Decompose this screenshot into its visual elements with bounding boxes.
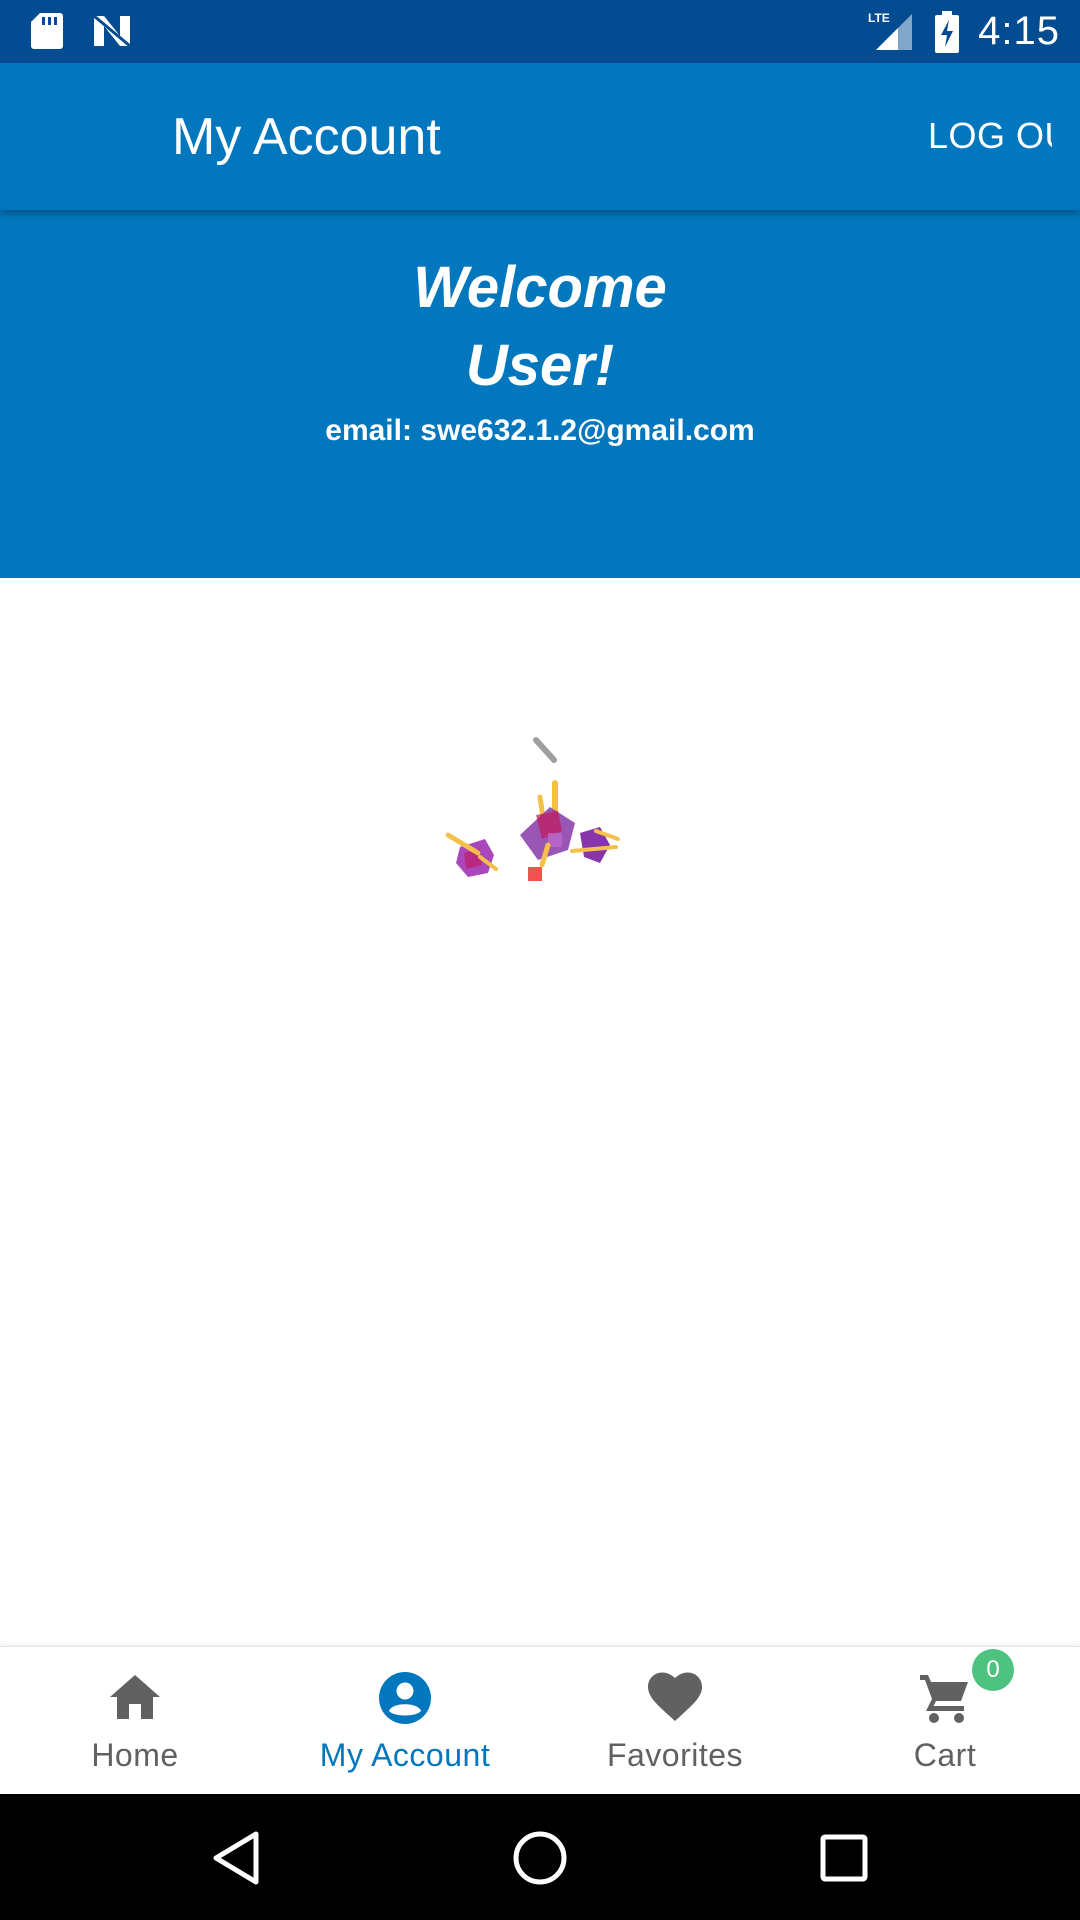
nav-item-favorites[interactable]: Favorites xyxy=(540,1647,810,1795)
nav-label-cart: Cart xyxy=(913,1737,977,1773)
status-bar: LTE 4:15 xyxy=(0,0,1080,63)
page-title: My Account xyxy=(172,108,441,166)
lte-signal-icon: LTE xyxy=(868,11,913,50)
nav-label-favorites: Favorites xyxy=(606,1737,744,1773)
clock: 4:15 xyxy=(978,9,1060,53)
back-icon[interactable] xyxy=(206,1826,270,1890)
nav-item-home[interactable]: Home xyxy=(0,1647,270,1795)
user-email: email: swe632.1.2@gmail.com xyxy=(325,414,755,447)
welcome-username: User! xyxy=(465,333,615,398)
logout-button[interactable]: LOG OUT xyxy=(928,115,1052,157)
sd-card-icon xyxy=(31,13,63,49)
cart-count-badge: 0 xyxy=(972,1649,1014,1691)
confetti-loading-icon xyxy=(445,737,620,881)
account-circle-icon xyxy=(379,1672,431,1724)
battery-charging-icon xyxy=(935,10,960,53)
nav-label-home: Home xyxy=(91,1737,179,1773)
bottom-navigation: Home My Account Favorites 0 Cart xyxy=(0,1646,1080,1795)
heart-icon xyxy=(648,1672,702,1721)
network-type-label: LTE xyxy=(868,11,890,25)
app-bar: My Account LOG OUT xyxy=(0,63,1080,210)
home-icon xyxy=(110,1675,160,1719)
welcome-panel: Welcome User! email: swe632.1.2@gmail.co… xyxy=(0,210,1080,578)
cart-icon xyxy=(920,1675,968,1723)
notification-n-icon xyxy=(93,14,131,48)
nav-label-my-account: My Account xyxy=(319,1737,491,1773)
recents-icon[interactable] xyxy=(812,1826,876,1890)
system-navigation-bar xyxy=(0,1794,1080,1920)
nav-item-my-account[interactable]: My Account xyxy=(270,1647,540,1795)
home-circle-icon[interactable] xyxy=(508,1826,572,1890)
nav-item-cart[interactable]: 0 Cart xyxy=(810,1647,1080,1795)
welcome-heading: Welcome xyxy=(413,255,667,320)
